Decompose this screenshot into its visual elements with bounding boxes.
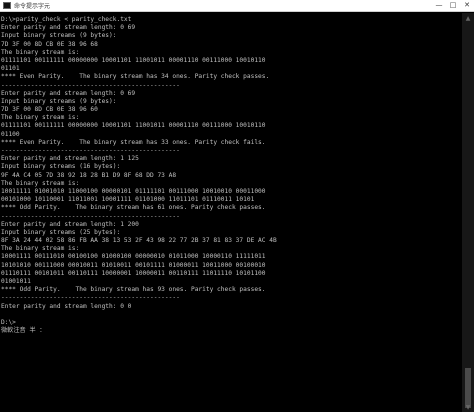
console-line: The binary stream is: — [1, 179, 80, 187]
console-line: **** Even Parity. The binary stream has … — [1, 73, 270, 81]
console-line: ----------------------------------------… — [1, 147, 180, 154]
console-line: 微軟注音 半 ： — [1, 327, 46, 335]
console-line: 9F 4A C4 05 7D 38 92 18 28 B1 D9 8F 68 D… — [1, 171, 177, 179]
console-line: The binary stream is: — [1, 245, 80, 253]
console-line: 01001011 — [1, 278, 31, 285]
console-line: Enter parity and stream length: 0 69 — [1, 89, 136, 97]
cmd-icon — [3, 2, 11, 9]
console-line: ----------------------------------------… — [1, 212, 180, 220]
console-line: **** Even Parity. The binary stream has … — [1, 138, 266, 146]
console-line: 01100 — [1, 130, 20, 138]
console-line: D:\>parity_check < parity_check.txt — [1, 16, 132, 23]
console-line: D:\> — [1, 318, 16, 326]
maximize-button[interactable]: □ — [446, 0, 460, 12]
scroll-down-arrow-icon[interactable]: ▼ — [462, 402, 474, 412]
console-line: The binary stream is: — [1, 48, 80, 56]
console-line: 7D 3F 00 8D CB 0E 38 96 60 — [1, 106, 98, 114]
console-line: ----------------------------------------… — [1, 81, 180, 89]
console-line: **** Odd Parity. The binary stream has 9… — [1, 286, 266, 294]
console-line: 10001111 00111010 00100100 01000100 0000… — [1, 253, 266, 261]
console-line: Input binary streams (25 bytes): — [1, 228, 121, 236]
vertical-scrollbar[interactable]: ▲ ▼ — [462, 13, 474, 412]
window-title: 命令提示字元 — [14, 3, 51, 10]
console-line: 10011111 01001010 11000100 00000101 0111… — [1, 187, 266, 195]
console-line: Enter parity and stream length: 0 0 — [1, 302, 132, 310]
console-line: 8F 3A 24 44 02 58 86 FB AA 38 13 53 2F 4… — [1, 237, 277, 245]
minimize-button[interactable]: — — [432, 0, 446, 12]
console-line: The binary stream is: — [1, 114, 80, 122]
command-prompt-window: 命令提示字元 — □ ✕ D:\>parity_check < parity_c… — [0, 0, 474, 412]
console-line: 01111101 00111111 00000000 10001101 1100… — [1, 56, 266, 64]
console-output[interactable]: D:\>parity_check < parity_check.txt Enter… — [0, 13, 462, 412]
console-line: 01101 — [1, 65, 20, 73]
console-line: 10101010 00111000 00010011 01010011 0010… — [1, 261, 266, 269]
window-controls: — □ ✕ — [432, 0, 474, 12]
title-bar[interactable]: 命令提示字元 — □ ✕ — [0, 0, 474, 12]
scroll-up-arrow-icon[interactable]: ▲ — [462, 13, 474, 23]
console-line: 01111101 00111111 00000000 10001101 1100… — [1, 122, 266, 130]
console-line: Input binary streams (9 bytes): — [1, 32, 117, 40]
console-line: Enter parity and stream length: 1 200 — [1, 220, 139, 228]
console-line: **** Odd Parity. The binary stream has 6… — [1, 204, 266, 212]
console-line: 7D 3F 00 8D CB 0E 38 96 68 — [1, 40, 98, 48]
console-line: Enter parity and stream length: 0 69 — [1, 24, 136, 32]
console-line: 01110111 00101011 00110111 10000001 1000… — [1, 269, 266, 277]
console-line: Input binary streams (9 bytes): — [1, 97, 117, 105]
console-line: 00101000 10110001 11011001 10001111 0110… — [1, 196, 255, 204]
close-button[interactable]: ✕ — [460, 0, 474, 12]
console-line: Input binary streams (16 bytes): — [1, 163, 121, 171]
console-line: Enter parity and stream length: 1 125 — [1, 155, 139, 163]
console-line: ----------------------------------------… — [1, 294, 180, 302]
